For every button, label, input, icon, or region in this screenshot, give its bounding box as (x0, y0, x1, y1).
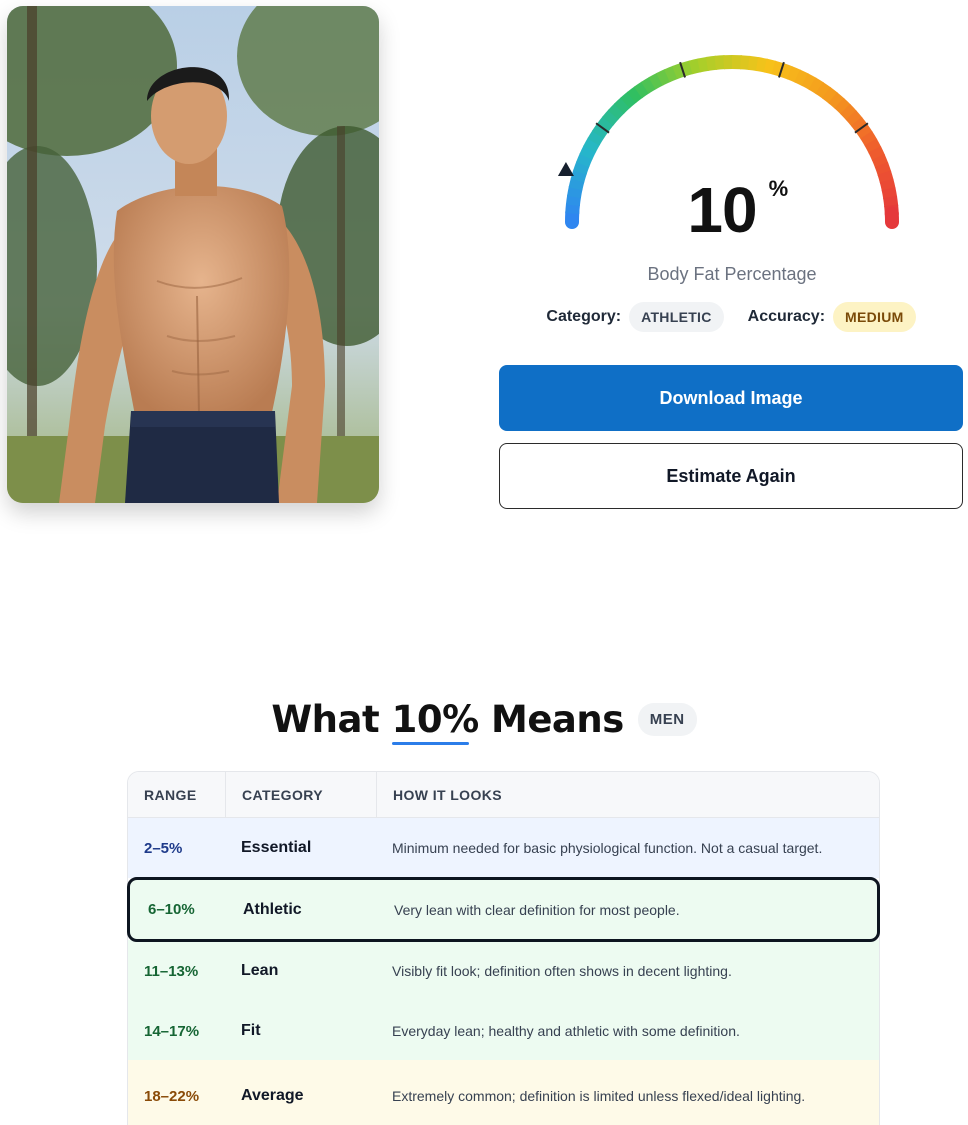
section-title: What 10% Means (271, 697, 624, 741)
table-row: 14–17% Fit Everyday lean; healthy and at… (128, 1002, 879, 1060)
estimate-again-button[interactable]: Estimate Again (499, 443, 963, 509)
gauge-arc-segment (714, 55, 726, 70)
category-label: Category: (546, 308, 622, 325)
gauge-arc-segment (855, 123, 873, 140)
accuracy-badge: MEDIUM (833, 302, 916, 332)
gauge-arc-segment (801, 73, 817, 91)
gauge-arc-segment (583, 137, 601, 153)
gauge-arc-segment (656, 68, 671, 86)
row-category: Essential (241, 839, 312, 856)
gauge-pointer-icon (557, 161, 574, 176)
gauge-value: 10% (556, 176, 908, 243)
body-fat-table: RANGE CATEGORY HOW IT LOOKS 2–5% Essenti… (127, 771, 880, 1125)
gauge-arc-segment (620, 91, 637, 109)
gauge-arc-segment (641, 76, 657, 94)
row-range: 11–13% (144, 962, 199, 980)
gauge-arc-segment (871, 154, 889, 169)
gauge-arc-segment (794, 69, 809, 87)
row-category: Fit (241, 1022, 261, 1039)
row-description: Visibly fit look; definition often shows… (392, 963, 732, 979)
gauge-arc-segment (739, 55, 751, 70)
row-description: Everyday lean; healthy and athletic with… (392, 1023, 740, 1039)
gauge-caption: Body Fat Percentage (647, 264, 817, 284)
gauge-unit: % (768, 176, 789, 201)
header-how-it-looks: HOW IT LOOKS (376, 772, 879, 818)
gauge-arc-segment (868, 146, 886, 161)
section-heading: What 10% Means MEN (0, 694, 968, 744)
title-highlight: 10% (391, 697, 480, 741)
table-row-current: 6–10% Athletic Very lean with clear defi… (127, 877, 880, 942)
header-category: CATEGORY (225, 772, 376, 818)
row-description: Extremely common; definition is limited … (392, 1088, 806, 1104)
gauge-arc-segment (633, 81, 650, 99)
title-suffix: Means (478, 697, 624, 741)
gauge-arc-segment (755, 57, 769, 73)
gauge-arc-segment (864, 138, 882, 154)
row-category: Athletic (243, 900, 302, 918)
gauge-arc-segment (697, 56, 710, 73)
result-meta: Category: ATHLETIC Accuracy: MEDIUM (499, 302, 963, 332)
gauge-arc-segment (648, 72, 664, 90)
gauge-arc-segment (874, 162, 892, 176)
gauge-arc-segment (688, 58, 702, 75)
sex-badge: MEN (637, 702, 697, 736)
row-description: Very lean with clear definition for most… (394, 901, 680, 918)
gauge-arc-segment (828, 92, 845, 110)
header-range: RANGE (144, 787, 197, 803)
gauge-arc-segment (705, 55, 718, 71)
gauge-arc-segment (613, 97, 631, 114)
gauge-arc-segment (845, 110, 863, 127)
gauge-arc-segment (579, 145, 597, 160)
row-range: 6–10% (148, 901, 195, 918)
gauge-arc-segment (763, 58, 777, 75)
gauge-arc-segment (786, 66, 802, 83)
table-row: 18–22% Average Extremely common; definit… (128, 1060, 879, 1125)
gauge-arc-segment (808, 77, 825, 95)
row-category: Average (241, 1087, 304, 1104)
row-range: 18–22% (144, 1087, 200, 1105)
row-description: Minimum needed for basic physiological f… (392, 840, 823, 856)
gauge-arc-segment (834, 97, 852, 115)
gauge-arc-segment (779, 63, 794, 80)
row-range: 14–17% (144, 1022, 200, 1040)
gauge-arc-segment (815, 81, 832, 99)
gauge-arc-segment (860, 131, 878, 147)
gauge-number: 10 (687, 174, 757, 246)
row-category: Lean (241, 962, 279, 979)
gauge-arc-segment (626, 86, 644, 104)
gauge-arc-segment (747, 55, 760, 72)
gauge-arc-segment (596, 115, 614, 133)
download-image-button[interactable]: Download Image (499, 365, 963, 431)
table-row: 2–5% Essential Minimum needed for basic … (128, 818, 879, 878)
gauge-arc-segment (573, 160, 590, 175)
gauge-arc-segment (821, 86, 839, 104)
person-photo-illustration (7, 6, 379, 503)
gauge-arc-segment (840, 103, 857, 121)
category-badge: ATHLETIC (629, 302, 724, 332)
table-header: RANGE CATEGORY HOW IT LOOKS (128, 772, 879, 818)
gauge-arc-segment (587, 129, 605, 146)
accuracy-label: Accuracy: (747, 308, 826, 325)
gauge-arc-segment (607, 102, 625, 120)
user-photo (7, 6, 379, 503)
title-prefix: What (271, 697, 392, 741)
table-row: 11–13% Lean Visibly fit look; definition… (128, 940, 879, 1002)
gauge-arc-segment (664, 65, 679, 83)
gauge-arc-segment (602, 109, 620, 126)
gauge-arc-segment (680, 60, 694, 77)
gauge-arc-segment (576, 152, 593, 168)
row-range: 2–5% (144, 839, 183, 857)
body-fat-gauge: 10% Body Fat Percentage (556, 46, 908, 284)
